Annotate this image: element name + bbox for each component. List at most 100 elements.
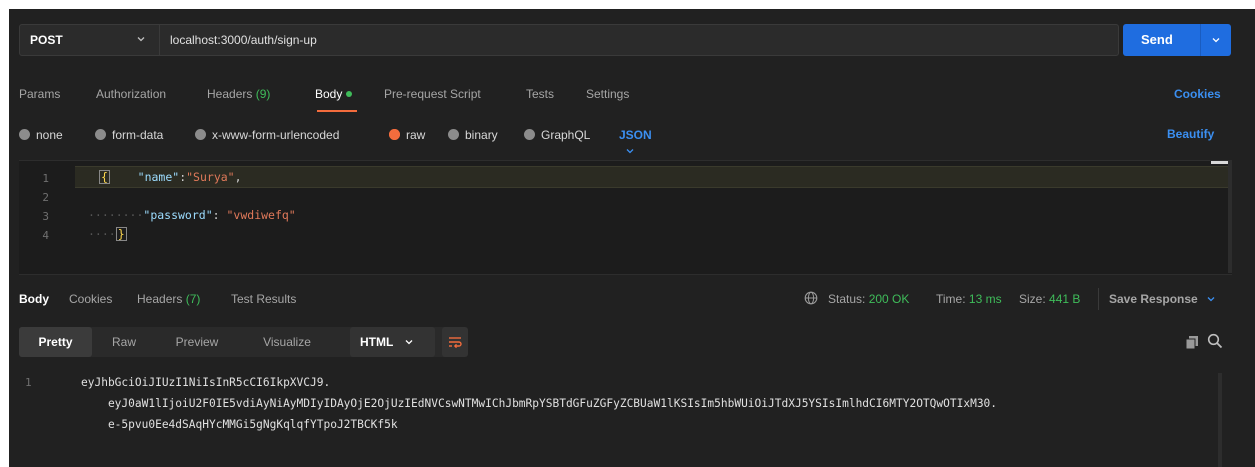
body-indicator-dot [346, 91, 353, 97]
current-line-highlight [75, 166, 1228, 188]
tab-body-label: Body [315, 87, 343, 101]
code-line-1: { "name":"Surya", [99, 170, 242, 184]
time-value: 13 ms [968, 292, 1002, 306]
response-tab-headers[interactable]: Headers (7) [137, 292, 200, 306]
status-info: Status: 200 OK [828, 292, 909, 306]
response-tab-body[interactable]: Body [19, 292, 49, 306]
open-brace: { [99, 170, 110, 184]
response-format-select[interactable]: HTML [350, 327, 435, 357]
time-info: Time: 13 ms [936, 292, 1002, 306]
radio-circle-selected [389, 129, 400, 140]
status-label: Status: [828, 292, 866, 306]
request-body-editor[interactable]: 1 2 3 4 { "name":"Surya", ········"passw… [19, 160, 1232, 275]
send-button[interactable]: Send [1123, 24, 1231, 56]
radio-circle [524, 129, 535, 140]
tab-tests[interactable]: Tests [526, 87, 554, 101]
beautify-button[interactable]: Beautify [1167, 127, 1214, 141]
line-number: 1 [42, 172, 49, 185]
time-label: Time: [936, 292, 966, 306]
radio-label: binary [465, 128, 498, 142]
format-label: JSON [619, 128, 652, 142]
chevron-down-icon [405, 340, 413, 345]
response-tab-cookies[interactable]: Cookies [69, 292, 112, 306]
radio-circle [195, 129, 206, 140]
globe-icon[interactable] [804, 291, 818, 305]
tab-settings[interactable]: Settings [586, 87, 629, 101]
response-view-toolbar: Pretty Raw Preview Visualize HTML [19, 327, 468, 357]
postman-app: POST localhost:3000/auth/sign-up Send Pa… [9, 9, 1255, 467]
method-select[interactable]: POST [30, 25, 63, 55]
radio-graphql[interactable]: GraphQL [524, 127, 590, 143]
radio-none[interactable]: none [19, 127, 63, 143]
line-number: 3 [42, 210, 49, 223]
response-line-number: 1 [25, 376, 32, 389]
divider [1098, 288, 1099, 310]
response-text-line: eyJhbGciOiJIUzI1NiIsInR5cCI6IkpXVCJ9. [81, 376, 331, 389]
save-response-label: Save Response [1109, 292, 1198, 306]
line-number: 2 [42, 191, 49, 204]
radio-binary[interactable]: binary [448, 127, 498, 143]
size-info: Size: 441 B [1019, 292, 1080, 306]
editor-scrollbar[interactable] [1228, 161, 1232, 273]
json-value: "vwdiwefq" [226, 208, 296, 222]
whitespace-dots: ········ [88, 208, 144, 222]
wrap-lines-button[interactable] [442, 327, 468, 357]
format-select[interactable]: JSON [619, 127, 652, 154]
save-response-button[interactable]: Save Response [1109, 292, 1216, 306]
divider [1200, 24, 1201, 56]
tab-headers-label: Headers [207, 87, 253, 101]
whitespace-dots: ···· [88, 227, 116, 241]
size-value: 441 B [1049, 292, 1081, 306]
tab-params[interactable]: Params [19, 87, 60, 101]
tab-pre-request-script[interactable]: Pre-request Script [384, 87, 481, 101]
radio-circle [19, 129, 30, 140]
wrap-lines-icon [449, 337, 462, 349]
url-input[interactable]: localhost:3000/auth/sign-up [170, 25, 317, 55]
response-scrollbar[interactable] [1218, 373, 1222, 467]
radio-form-data[interactable]: form-data [95, 127, 163, 143]
whitespace-dots [110, 170, 138, 184]
status-value: 200 OK [868, 292, 910, 306]
line-number: 4 [42, 229, 49, 242]
tab-headers[interactable]: Headers (9) [207, 87, 270, 101]
chevron-down-icon [1207, 297, 1215, 302]
response-headers-count: (7) [185, 292, 201, 306]
divider [159, 25, 160, 55]
request-url-bar: POST localhost:3000/auth/sign-up [19, 24, 1119, 56]
radio-label: raw [406, 128, 426, 142]
view-pretty[interactable]: Pretty [19, 327, 92, 357]
response-format-label: HTML [360, 335, 394, 349]
radio-raw[interactable]: raw [389, 127, 425, 143]
radio-label: form-data [112, 128, 164, 142]
chevron-down-icon [626, 149, 634, 154]
radio-label: none [36, 128, 63, 142]
tab-body[interactable]: Body [315, 87, 353, 101]
size-label: Size: [1019, 292, 1046, 306]
code-line-3: ········"password": "vwdiwefq" [88, 208, 296, 222]
json-colon: : [212, 208, 227, 222]
radio-urlencoded[interactable]: x-www-form-urlencoded [195, 127, 339, 143]
radio-circle [95, 129, 106, 140]
search-icon[interactable] [1207, 333, 1223, 349]
response-tab-headers-label: Headers [137, 292, 183, 306]
tab-authorization[interactable]: Authorization [96, 87, 166, 101]
radio-label: x-www-form-urlencoded [212, 128, 340, 142]
code-line-4: ····} [88, 227, 127, 241]
response-text-line: e-5pvu0Ee4dSAqHYcMMGi5gNgKqlqfYTpoJ2TBCK… [81, 418, 398, 431]
headers-count: (9) [255, 87, 271, 101]
view-visualize[interactable]: Visualize [247, 327, 327, 357]
json-key: "password" [143, 208, 213, 222]
json-value: "Surya" [186, 170, 235, 184]
chevron-down-icon[interactable] [1211, 35, 1221, 45]
send-label: Send [1141, 32, 1173, 47]
view-preview[interactable]: Preview [162, 327, 232, 357]
response-text-line: eyJ0aW1lIjoiU2F0IE5vdiAyNiAyMDIyIDAyOjE2… [81, 397, 998, 410]
cookies-link[interactable]: Cookies [1174, 87, 1221, 101]
active-tab-underline [317, 110, 357, 112]
editor-scrollbar-marker [1211, 161, 1228, 164]
chevron-down-icon[interactable] [136, 34, 146, 44]
view-raw[interactable]: Raw [104, 327, 144, 357]
radio-label: GraphQL [541, 128, 591, 142]
response-tab-test-results[interactable]: Test Results [231, 292, 296, 306]
copy-icon[interactable] [1184, 334, 1200, 350]
